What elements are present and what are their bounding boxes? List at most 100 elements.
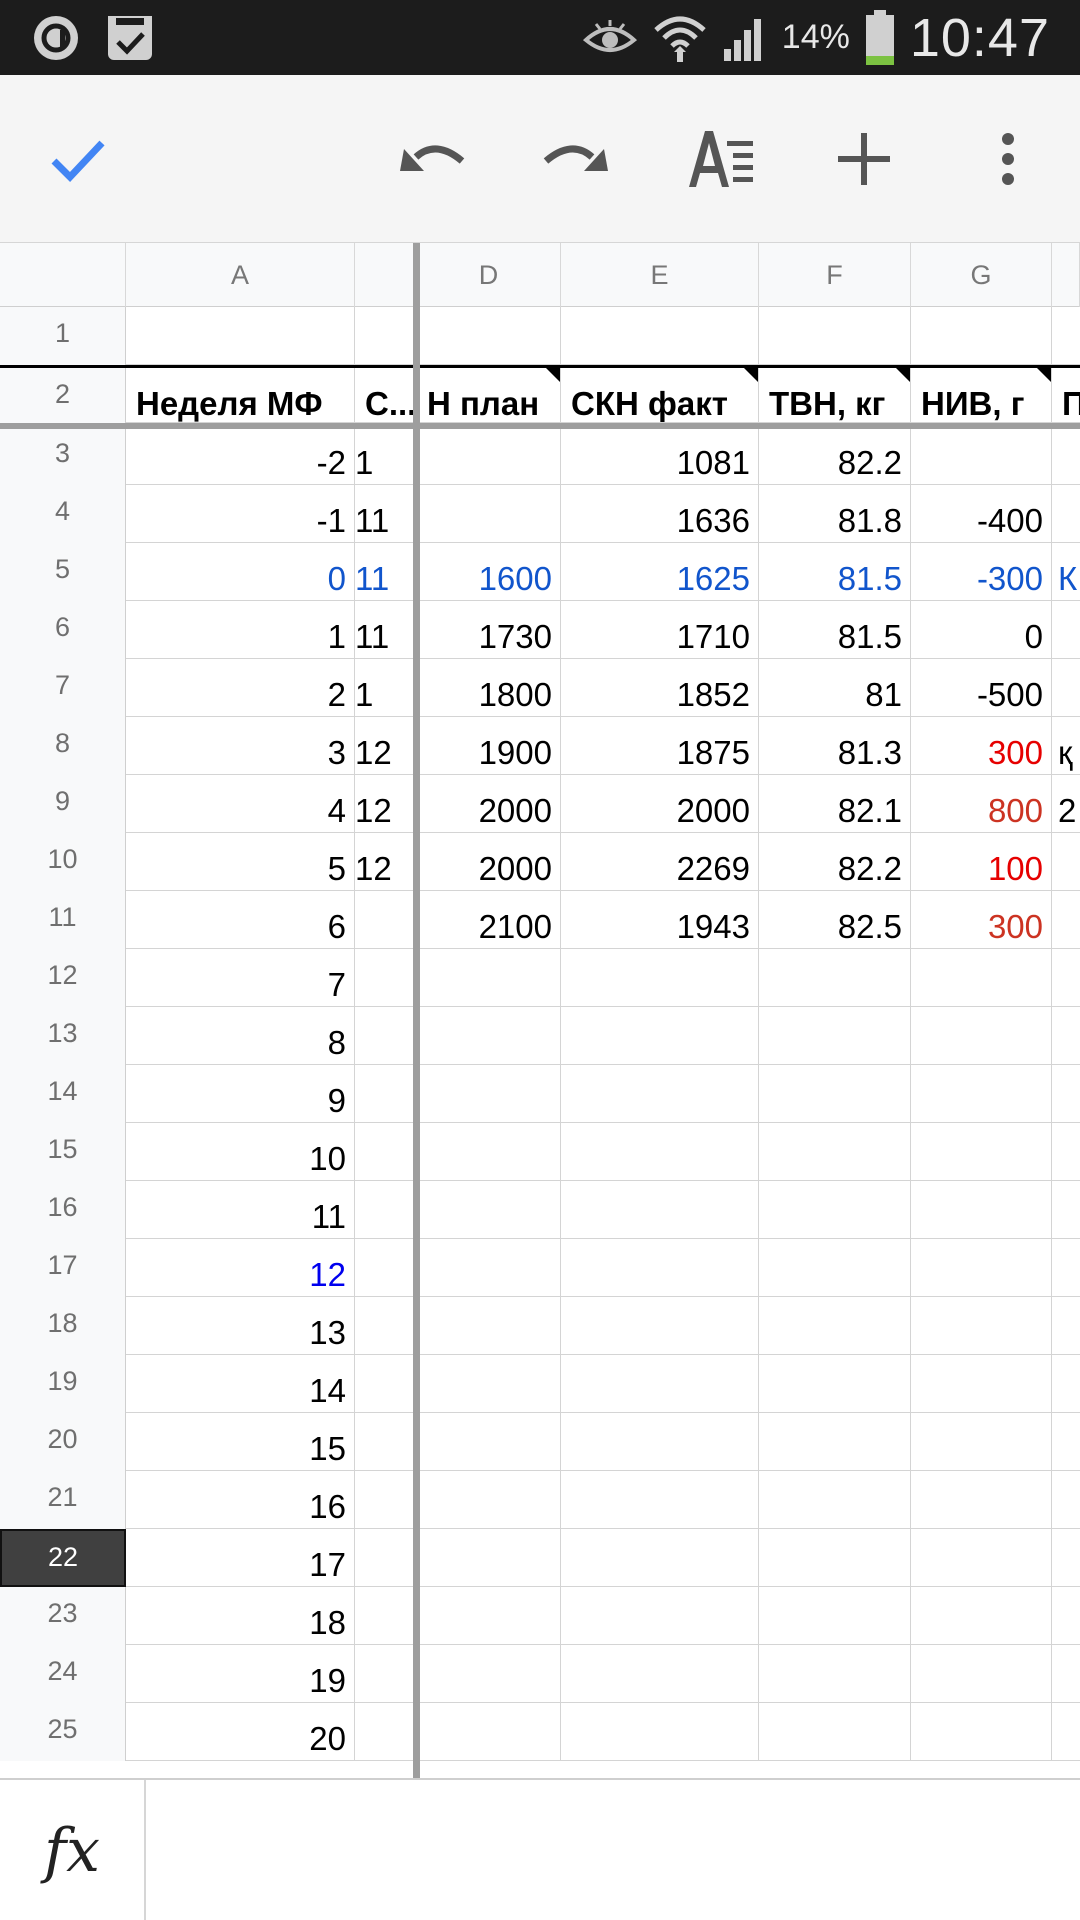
cell-h[interactable] xyxy=(1052,1123,1080,1181)
cell-e[interactable] xyxy=(561,1239,759,1297)
cell-f[interactable]: 81.5 xyxy=(759,543,911,601)
cell-b[interactable] xyxy=(355,1123,417,1181)
cell-g[interactable] xyxy=(911,1587,1052,1645)
cell-g[interactable] xyxy=(911,1123,1052,1181)
insert-button[interactable] xyxy=(824,119,904,199)
cell-d[interactable]: 1730 xyxy=(417,601,561,659)
cell-f[interactable] xyxy=(759,1355,911,1413)
cell-h[interactable]: К xyxy=(1052,543,1080,601)
cell-f[interactable]: 82.5 xyxy=(759,891,911,949)
cell-b[interactable] xyxy=(355,1413,417,1471)
cell-a[interactable]: 1 xyxy=(126,601,355,659)
cell-b[interactable]: 12 xyxy=(355,775,417,833)
cell-e[interactable] xyxy=(561,1645,759,1703)
cell-g[interactable] xyxy=(911,1471,1052,1529)
row-number[interactable]: 4 xyxy=(0,485,126,543)
cell-h[interactable] xyxy=(1052,1181,1080,1239)
row-number[interactable]: 14 xyxy=(0,1065,126,1123)
cell-a[interactable]: 20 xyxy=(126,1703,355,1761)
row-number[interactable]: 12 xyxy=(0,949,126,1007)
cell-b[interactable]: 12 xyxy=(355,717,417,775)
cell-g[interactable] xyxy=(911,1297,1052,1355)
row-number[interactable]: 18 xyxy=(0,1297,126,1355)
cell-b[interactable]: 11 xyxy=(355,601,417,659)
row-number[interactable]: 22 xyxy=(0,1529,126,1587)
row-number[interactable]: 21 xyxy=(0,1471,126,1529)
cell-h[interactable]: П xyxy=(1052,368,1080,426)
cell-e[interactable] xyxy=(561,1703,759,1761)
cell-d[interactable] xyxy=(417,1123,561,1181)
column-header-f[interactable]: F xyxy=(759,243,911,307)
cell-b[interactable] xyxy=(355,307,417,365)
cell-h[interactable] xyxy=(1052,1239,1080,1297)
cell-a[interactable]: 9 xyxy=(126,1065,355,1123)
cell-d[interactable] xyxy=(417,1471,561,1529)
cell-b[interactable] xyxy=(355,1181,417,1239)
cell-d[interactable] xyxy=(417,1529,561,1587)
cell-e[interactable] xyxy=(561,1007,759,1065)
cell-a[interactable]: 16 xyxy=(126,1471,355,1529)
row-number[interactable]: 16 xyxy=(0,1181,126,1239)
cell-h[interactable] xyxy=(1052,1065,1080,1123)
cell-f[interactable]: 81.8 xyxy=(759,485,911,543)
cell-e[interactable] xyxy=(561,1529,759,1587)
cell-b[interactable]: 1 xyxy=(355,659,417,717)
cell-f[interactable] xyxy=(759,1413,911,1471)
cell-d[interactable] xyxy=(417,949,561,1007)
cell-g[interactable]: НИВ, г xyxy=(911,368,1052,426)
cell-a[interactable]: 3 xyxy=(126,717,355,775)
cell-a[interactable]: Неделя МФ xyxy=(126,368,355,426)
cell-a[interactable]: 17 xyxy=(126,1529,355,1587)
row-number[interactable]: 6 xyxy=(0,601,126,659)
cell-f[interactable]: 81.5 xyxy=(759,601,911,659)
cell-e[interactable]: 2269 xyxy=(561,833,759,891)
cell-f[interactable] xyxy=(759,1587,911,1645)
cell-e[interactable]: 1081 xyxy=(561,427,759,485)
cell-d[interactable] xyxy=(417,307,561,365)
row-number[interactable]: 24 xyxy=(0,1645,126,1703)
row-number[interactable]: 3 xyxy=(0,427,126,485)
cell-f[interactable]: 82.2 xyxy=(759,833,911,891)
cell-d[interactable] xyxy=(417,1239,561,1297)
cell-a[interactable]: 4 xyxy=(126,775,355,833)
cell-b[interactable] xyxy=(355,1703,417,1761)
cell-f[interactable] xyxy=(759,1297,911,1355)
column-header-h[interactable] xyxy=(1052,243,1080,307)
row-number[interactable]: 23 xyxy=(0,1587,126,1645)
redo-button[interactable] xyxy=(536,119,616,199)
row-number[interactable]: 2 xyxy=(0,368,126,426)
cell-e[interactable] xyxy=(561,1123,759,1181)
cell-e[interactable] xyxy=(561,1413,759,1471)
row-number[interactable]: 20 xyxy=(0,1413,126,1471)
cell-f[interactable] xyxy=(759,1065,911,1123)
cell-a[interactable]: 14 xyxy=(126,1355,355,1413)
cell-g[interactable]: -300 xyxy=(911,543,1052,601)
cell-a[interactable]: 15 xyxy=(126,1413,355,1471)
row-number[interactable]: 13 xyxy=(0,1007,126,1065)
cell-a[interactable]: 0 xyxy=(126,543,355,601)
cell-h[interactable] xyxy=(1052,659,1080,717)
cell-a[interactable] xyxy=(126,307,355,365)
cell-g[interactable] xyxy=(911,1703,1052,1761)
cell-b[interactable]: 12 xyxy=(355,833,417,891)
row-number[interactable]: 11 xyxy=(0,891,126,949)
cell-a[interactable]: 6 xyxy=(126,891,355,949)
formula-input[interactable] xyxy=(150,1780,1080,1920)
cell-f[interactable]: ТВН, кг xyxy=(759,368,911,426)
cell-f[interactable] xyxy=(759,1529,911,1587)
cell-a[interactable]: 7 xyxy=(126,949,355,1007)
cell-b[interactable] xyxy=(355,1065,417,1123)
cell-h[interactable] xyxy=(1052,307,1080,365)
cell-a[interactable]: 13 xyxy=(126,1297,355,1355)
row-number[interactable]: 8 xyxy=(0,717,126,775)
cell-g[interactable]: -400 xyxy=(911,485,1052,543)
cell-d[interactable] xyxy=(417,1065,561,1123)
cell-a[interactable]: 5 xyxy=(126,833,355,891)
cell-d[interactable]: 2000 xyxy=(417,775,561,833)
cell-d[interactable] xyxy=(417,1587,561,1645)
cell-d[interactable] xyxy=(417,1703,561,1761)
cell-e[interactable]: 1625 xyxy=(561,543,759,601)
cell-g[interactable] xyxy=(911,949,1052,1007)
cell-b[interactable]: 11 xyxy=(355,485,417,543)
cell-a[interactable]: 19 xyxy=(126,1645,355,1703)
